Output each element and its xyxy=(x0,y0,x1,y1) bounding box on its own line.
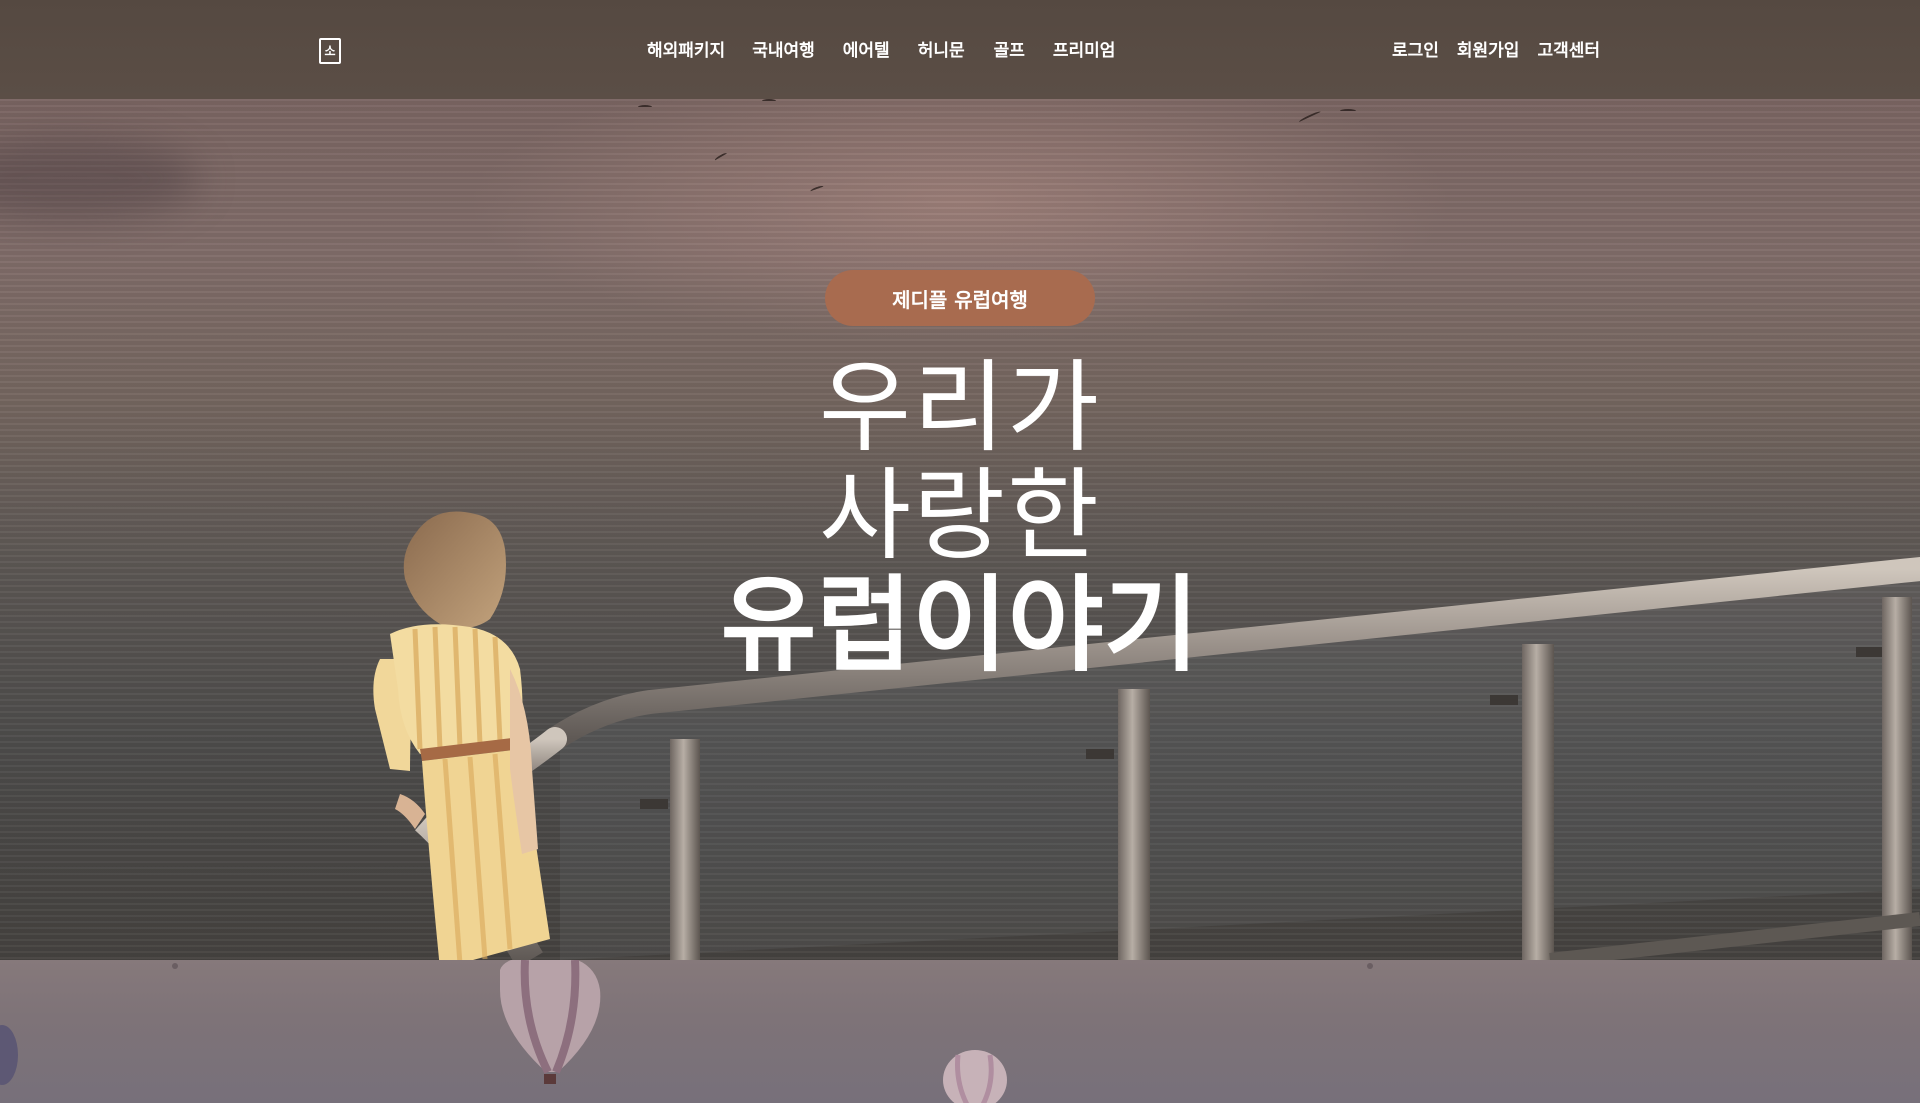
customer-center-link[interactable]: 고객센터 xyxy=(1537,36,1600,66)
nav-item-overseas-package[interactable]: 해외패키지 xyxy=(647,36,725,66)
logo-icon[interactable]: 소 xyxy=(319,38,341,64)
utility-nav: 로그인 회원가입 고객센터 xyxy=(1392,36,1600,66)
next-section xyxy=(0,960,1920,1103)
hero-badge[interactable]: 제디플 유럽여행 xyxy=(825,270,1095,326)
hero-line-2: 사랑한 xyxy=(819,457,1101,574)
nav-item-airtel[interactable]: 에어텔 xyxy=(843,36,890,66)
nav-item-premium[interactable]: 프리미엄 xyxy=(1053,36,1116,66)
hero-line-1: 우리가 xyxy=(819,349,1101,466)
balloons-illustration xyxy=(0,960,1373,1103)
nav-item-honeymoon[interactable]: 허니문 xyxy=(918,36,965,66)
nav-item-domestic-travel[interactable]: 국내여행 xyxy=(752,36,815,66)
login-link[interactable]: 로그인 xyxy=(1392,36,1439,66)
hero-line-3: 유럽이야기 xyxy=(720,564,1200,686)
hero-headline: 우리가 사랑한 유럽이야기 xyxy=(0,349,1920,686)
hero-section: 제디플 유럽여행 우리가 사랑한 유럽이야기 xyxy=(0,99,1920,960)
main-nav: 해외패키지 국내여행 에어텔 허니문 골프 프리미엄 xyxy=(647,36,1115,66)
signup-link[interactable]: 회원가입 xyxy=(1457,36,1520,66)
nav-item-golf[interactable]: 골프 xyxy=(994,36,1025,66)
logo-glyph: 소 xyxy=(324,44,336,58)
site-header: 소 해외패키지 국내여행 에어텔 허니문 골프 프리미엄 로그인 회원가입 고객… xyxy=(0,0,1920,99)
